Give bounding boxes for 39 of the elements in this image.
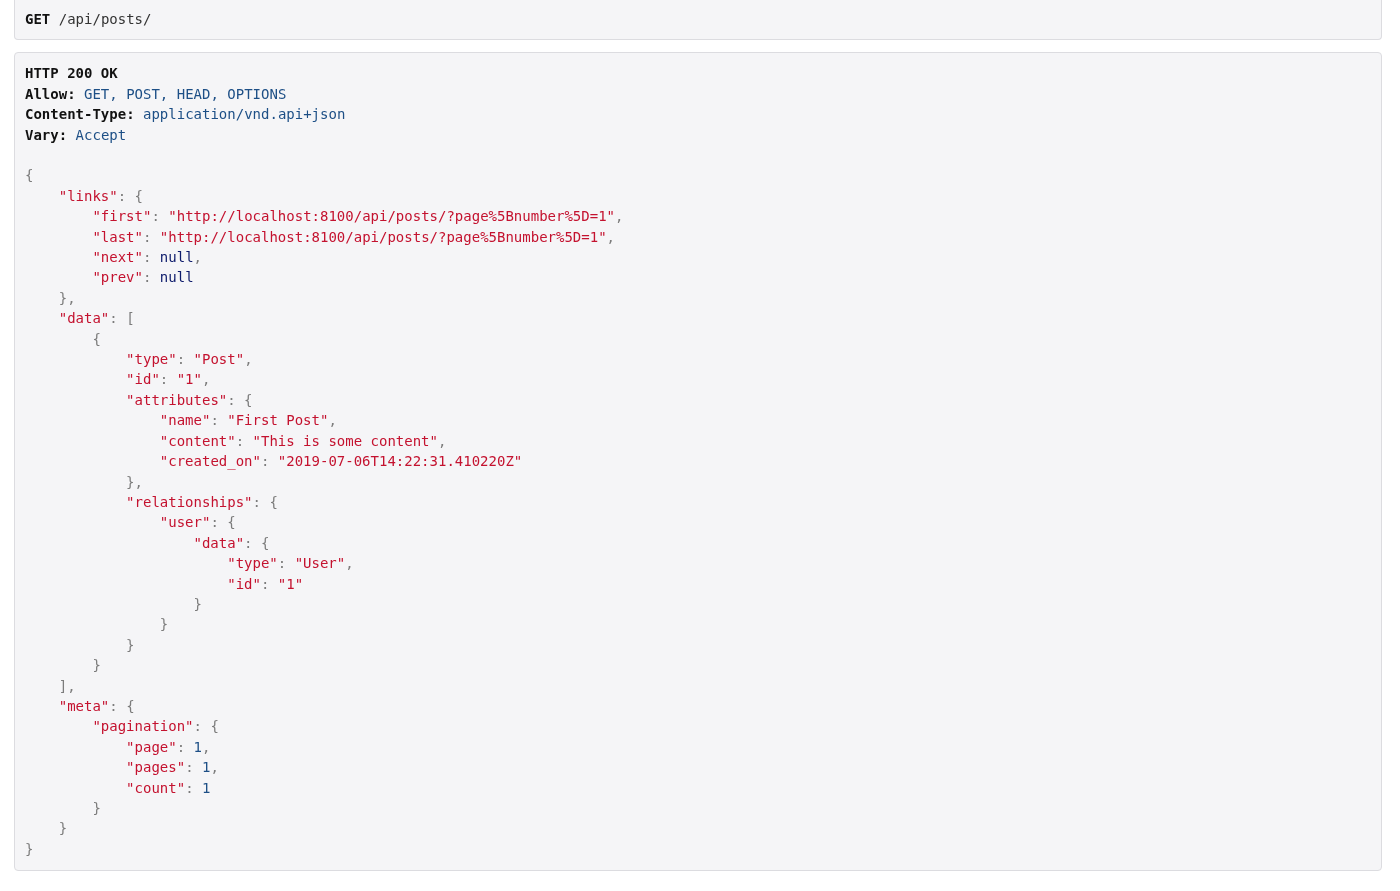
code-line: "pagination": { (92, 717, 219, 737)
code-line: "count": 1 (126, 778, 211, 798)
code-line: } (159, 615, 169, 635)
code-line: "id": "1" (227, 574, 304, 594)
header-line: Allow: GET, POST, HEAD, OPTIONS (25, 84, 287, 104)
code-line: { (92, 329, 101, 349)
code-line: "relationships": { (126, 492, 278, 512)
request-line: GET /api/posts/ (25, 10, 152, 29)
code-line: } (92, 799, 101, 818)
code-line: "last": "http://localhost:8100/api/posts/?page%5Bnumber%5D=1", (92, 227, 615, 247)
code-line: { (25, 166, 34, 186)
code-line: }, (126, 472, 143, 492)
code-line: "prev": null (92, 268, 194, 288)
code-line: } (126, 635, 135, 655)
code-line: "name": "First Post", (159, 411, 337, 431)
code-line: "id": "1", (126, 370, 211, 390)
code-line: "content": "This is some content", (159, 431, 447, 451)
code-line: } (92, 656, 101, 676)
code-line: "attributes": { (126, 390, 253, 410)
code-line: }, (58, 288, 76, 308)
code-line: } (193, 594, 202, 614)
code-line: "type": "Post", (126, 350, 253, 370)
code-line: ], (58, 676, 76, 696)
code-line: "created_on": "2019-07-06T14:22:31.410220Z" (159, 452, 523, 472)
code-line: "type": "User", (227, 554, 354, 574)
code-line: "first": "http://localhost:8100/api/posts/?page%5Bnumber%5D=1", (92, 207, 624, 227)
status-line: HTTP 200 OK (25, 64, 118, 84)
code-line: "page": 1, (126, 737, 211, 757)
code-line: "links": { (58, 186, 143, 206)
header-line: Vary: Accept (25, 125, 127, 145)
code-line: "pages": 1, (126, 758, 219, 778)
code-line: "data": [ (58, 309, 135, 329)
code-line: } (25, 839, 34, 859)
code-line: "meta": { (58, 697, 135, 716)
code-line: "user": { (159, 513, 236, 533)
code-line: "data": { (193, 533, 270, 553)
code-line: "next": null, (92, 248, 202, 268)
code-line: } (58, 819, 68, 839)
header-line: Content-Type: application/vnd.api+json (25, 105, 346, 125)
